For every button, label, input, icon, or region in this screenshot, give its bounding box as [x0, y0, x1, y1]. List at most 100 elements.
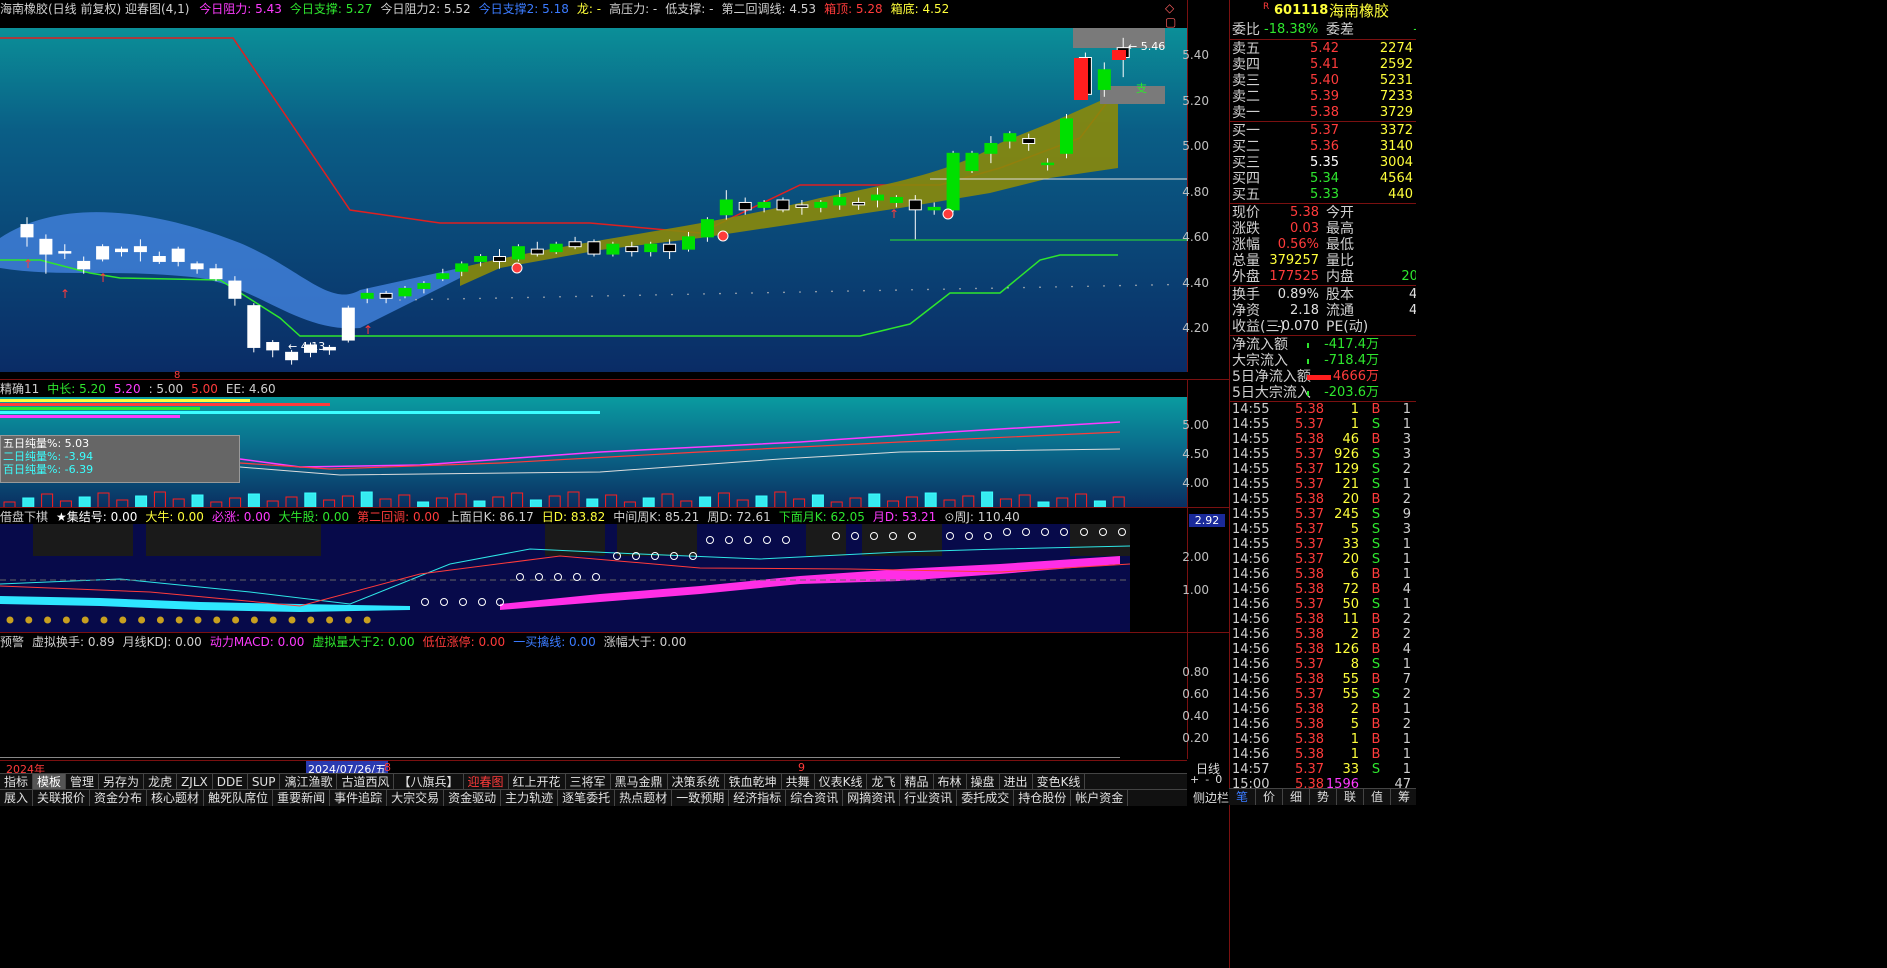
info-tab-15[interactable]: 网摘资讯	[843, 790, 901, 806]
indicator-tab-6[interactable]: DDE	[213, 774, 248, 790]
tick-count: 4	[1402, 642, 1411, 657]
candle[interactable]	[644, 241, 658, 257]
info-tab-14[interactable]: 综合资讯	[786, 790, 844, 806]
candle[interactable]	[530, 241, 544, 257]
candle[interactable]	[606, 241, 620, 257]
sidebar-toggle[interactable]: 侧边栏	[1193, 789, 1229, 806]
zoom-reset-button[interactable]: 0	[1215, 773, 1222, 786]
info-tab-0[interactable]: 展入	[0, 790, 34, 806]
quote-tab-4[interactable]: 联	[1337, 789, 1364, 805]
tick-direction: B	[1371, 627, 1381, 642]
indicator-tab-4[interactable]: 龙虎	[144, 774, 178, 790]
info-tab-18[interactable]: 持仓股份	[1014, 790, 1072, 806]
quote-tab-6[interactable]: 筹	[1391, 789, 1416, 805]
sub-panel-3[interactable]: 预警 虚拟换手: 0.89 月线KDJ: 0.00 动力MACD: 0.00 虚拟量大于…	[0, 632, 1187, 759]
indicator-tab-20[interactable]: 精品	[901, 774, 934, 790]
candle[interactable]	[247, 303, 261, 353]
sub-panel-2[interactable]: 借盘下棋 ★集结号: 0.00 大牛: 0.00 必涨: 0.00 大牛股: 0.00 第…	[0, 507, 1187, 632]
indicator-tab-19[interactable]: 龙飞	[867, 774, 901, 790]
info-tab-1[interactable]: 关联报价	[33, 790, 91, 806]
info-tab-12[interactable]: 一致预期	[672, 790, 730, 806]
info-tab-13[interactable]: 经济指标	[729, 790, 787, 806]
tick-count: 2	[1402, 627, 1411, 642]
quote-tab-3[interactable]: 势	[1310, 789, 1337, 805]
indicator-tab-0[interactable]: 指标	[0, 774, 34, 790]
candle[interactable]	[700, 217, 714, 242]
candle[interactable]	[738, 197, 752, 215]
sp3-value-5: 低位涨停: 0.00	[422, 635, 506, 649]
sub-panel-2-area[interactable]	[0, 524, 1187, 632]
indicator-tab-24[interactable]: 变色K线	[1033, 774, 1086, 790]
indicator-tab-5[interactable]: ZJLX	[177, 774, 213, 790]
candle[interactable]	[1060, 114, 1073, 159]
candle[interactable]	[228, 276, 242, 306]
candle[interactable]	[663, 239, 677, 259]
indicator-tab-1[interactable]: 模板	[33, 774, 67, 790]
indicator-tab-17[interactable]: 共舞	[782, 774, 815, 790]
indicator-tab-23[interactable]: 进出	[1000, 774, 1033, 790]
indicator-tab-22[interactable]: 操盘	[967, 774, 1000, 790]
indicator-tab-7[interactable]: SUP	[248, 774, 281, 790]
window-controls[interactable]: ◇ ▢	[1165, 1, 1187, 29]
info-tab-5[interactable]: 重要新闻	[273, 790, 331, 806]
quote-tab-0[interactable]: 笔	[1229, 789, 1256, 805]
info-tab-16[interactable]: 行业资讯	[900, 790, 958, 806]
sub-panel-3-axis[interactable]: 0.80 0.60 0.40 0.20	[1182, 632, 1229, 759]
main-chart-area[interactable]: ↑ ↑ ↑ ↑ ↑ ← 5.46 ← 4.13 支	[0, 28, 1187, 372]
indicator-tab-11[interactable]: 迎春图	[464, 774, 509, 790]
candle[interactable]	[511, 244, 525, 262]
quote-tab-2[interactable]: 细	[1283, 789, 1310, 805]
info-tab-4[interactable]: 触死队席位	[204, 790, 274, 806]
candle[interactable]	[927, 202, 941, 215]
indicator-tab-18[interactable]: 仪表K线	[815, 774, 868, 790]
tick-time: 14:56	[1232, 552, 1270, 567]
info-tab-10[interactable]: 逐笔委托	[558, 790, 616, 806]
sub-panel-1-axis[interactable]: 5.00 4.50 4.00	[1182, 379, 1229, 508]
sub-panel-2-axis[interactable]: 2.92 2.00 1.00	[1182, 507, 1229, 632]
indicator-tab-14[interactable]: 黑马金鼎	[611, 774, 668, 790]
info-tab-19[interactable]: 帐户资金	[1071, 790, 1129, 806]
candle[interactable]	[266, 340, 280, 358]
indicator-tab-12[interactable]: 红上开花	[509, 774, 566, 790]
indicator-tab-21[interactable]: 布林	[934, 774, 967, 790]
bid-volume: 4564	[1379, 171, 1413, 186]
candle[interactable]	[96, 244, 110, 262]
candle[interactable]	[776, 197, 790, 213]
sub-panel-1-area[interactable]: 五日纯量%: 5.03 二日纯量%: -3.94 百日纯量%: -6.39	[0, 397, 1187, 508]
indicator-tab-2[interactable]: 管理	[66, 774, 100, 790]
candlestick-chart[interactable]: ↑ ↑ ↑ ↑ ↑	[0, 28, 1187, 372]
quote-tab-1[interactable]: 价	[1256, 789, 1283, 805]
info-tab-11[interactable]: 热点题材	[615, 790, 673, 806]
info-tab-17[interactable]: 委托成交	[957, 790, 1015, 806]
indicator-tab-3[interactable]: 另存为	[99, 774, 145, 790]
indicator-tab-16[interactable]: 铁血乾坤	[725, 774, 782, 790]
zoom-in-button[interactable]: +	[1190, 773, 1199, 786]
quote-bottom-tabs[interactable]: 笔价细势联值筹	[1229, 788, 1416, 805]
info-tab-6[interactable]: 事件追踪	[330, 790, 388, 806]
bid-volume: 440	[1388, 187, 1413, 202]
sub-panel-1[interactable]: 精确11 中长: 5.20 5.20: 5.00 5.00 EE: 4.60 五日纯量%…	[0, 379, 1187, 508]
indicator-tab-8[interactable]: 漓江渔歌	[280, 774, 338, 790]
indicator-tab-9[interactable]: 古道西风	[337, 774, 395, 790]
info-tab-2[interactable]: 资金分布	[90, 790, 148, 806]
indicator-tab-13[interactable]: 三将军	[566, 774, 611, 790]
candle[interactable]	[341, 305, 355, 343]
info-tab-7[interactable]: 大宗交易	[387, 790, 445, 806]
main-price-axis[interactable]: 5.40 5.20 5.00 4.80 4.60 4.40 4.20	[1182, 0, 1229, 372]
candle[interactable]	[946, 150, 960, 213]
zoom-out-button[interactable]: -	[1205, 773, 1209, 786]
zoom-controls[interactable]: + -0	[1190, 773, 1228, 789]
indicator-tab-10[interactable]: 【八旗兵】	[394, 774, 464, 790]
indicator-tab-bar[interactable]: 指标 模板 管理 另存为 龙虎 ZJLX DDE SUP 漓江渔歌 古道西风 【八旗兵】 迎春图 红上开…	[0, 773, 1187, 790]
info-tab-9[interactable]: 主力轨迹	[501, 790, 559, 806]
quote-tab-5[interactable]: 值	[1364, 789, 1391, 805]
info-tab-bar[interactable]: 展入 关联报价 资金分布 核心题材 触死队席位 重要新闻 事件追踪 大宗交易 资金驱动 主力轨迹逐…	[0, 789, 1187, 806]
main-chart-panel[interactable]: 海南橡胶(日线 前复权) 迎春图(4,1) 今日阻力: 5.43 今日支撑: 5.…	[0, 0, 1187, 372]
candle[interactable]	[719, 190, 733, 220]
candle[interactable]	[587, 239, 601, 257]
info-tab-8[interactable]: 资金驱动	[444, 790, 502, 806]
info-tab-3[interactable]: 核心题材	[147, 790, 205, 806]
candle[interactable]	[965, 150, 979, 173]
indicator-tab-15[interactable]: 决策系统	[668, 774, 725, 790]
candle[interactable]	[908, 195, 922, 240]
